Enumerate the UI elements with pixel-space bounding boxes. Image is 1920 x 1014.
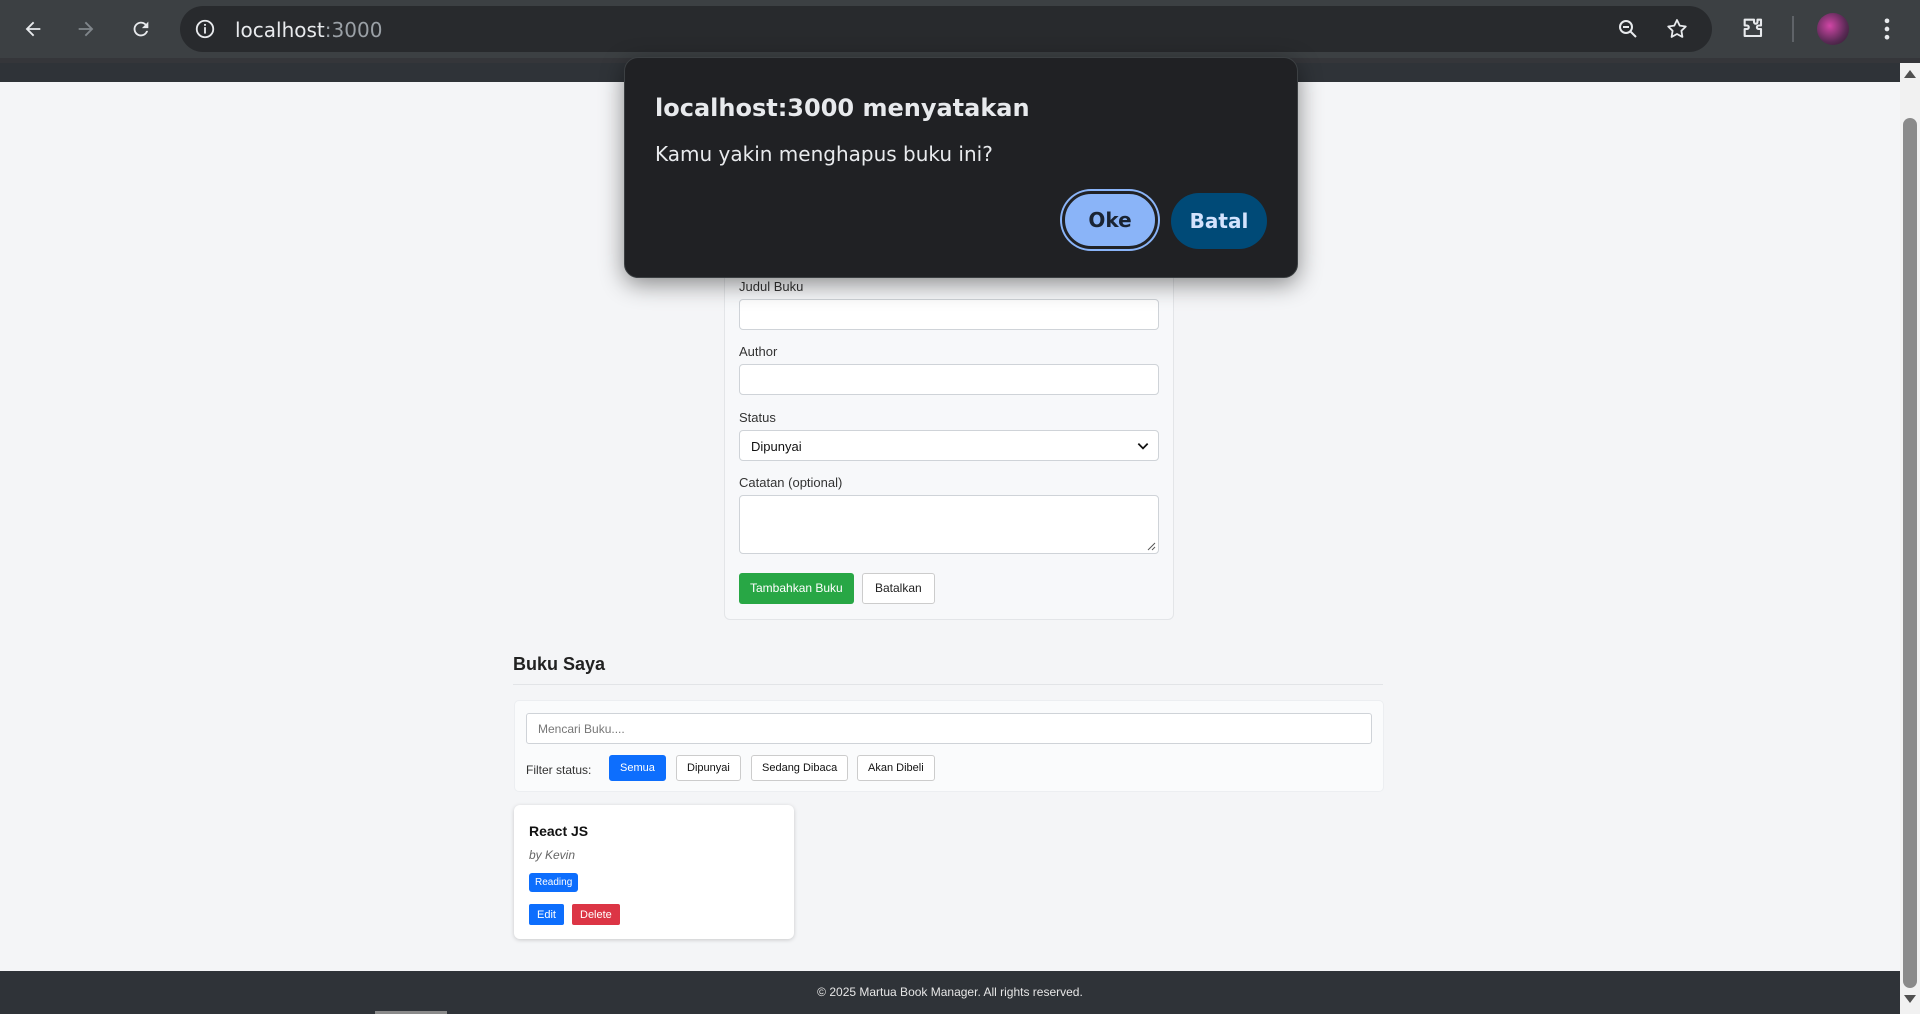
- status-badge: Reading: [529, 873, 579, 892]
- dialog-ok-button[interactable]: Oke: [1062, 191, 1158, 249]
- delete-button[interactable]: Delete: [572, 904, 620, 925]
- scroll-up-arrow-icon[interactable]: [1904, 70, 1916, 78]
- title-label: Judul Buku: [739, 279, 804, 294]
- kebab-menu-icon[interactable]: [1873, 15, 1901, 43]
- profile-avatar[interactable]: [1817, 13, 1849, 45]
- dialog-cancel-button[interactable]: Batal: [1171, 193, 1267, 249]
- cancel-form-button[interactable]: Batalkan: [862, 573, 935, 604]
- footer-copyright: © 2025 Martua Book Manager. All rights r…: [817, 985, 1083, 999]
- scrollbar-thumb[interactable]: [1903, 118, 1917, 988]
- status-select-value: Dipunyai: [751, 439, 802, 454]
- scroll-down-arrow-icon[interactable]: [1904, 995, 1916, 1003]
- back-button[interactable]: [13, 9, 53, 49]
- author-label: Author: [739, 344, 778, 359]
- confirm-dialog: localhost:3000 menyatakan Kamu yakin men…: [624, 57, 1298, 278]
- chevron-down-icon: [1137, 443, 1149, 450]
- book-card: React JS by Kevin Reading Edit Delete: [514, 805, 794, 939]
- forward-button[interactable]: [66, 9, 106, 49]
- status-select[interactable]: Dipunyai: [739, 430, 1159, 461]
- add-book-button[interactable]: Tambahkan Buku: [739, 573, 854, 604]
- filter-semua[interactable]: Semua: [609, 755, 666, 781]
- extensions-puzzle-icon[interactable]: [1740, 15, 1768, 43]
- url-host: localhost: [235, 18, 325, 42]
- notes-label: Catatan (optional): [739, 475, 843, 490]
- section-title: Buku Saya: [513, 654, 606, 674]
- dialog-message: Kamu yakin menghapus buku ini?: [655, 142, 993, 166]
- toolbar-separator: [1792, 16, 1794, 42]
- zoom-icon[interactable]: [1616, 17, 1640, 41]
- search-input[interactable]: Mencari Buku....: [526, 713, 1372, 744]
- filter-dipunyai[interactable]: Dipunyai: [676, 755, 741, 781]
- arrow-left-icon: [25, 21, 41, 37]
- book-title: React JS: [529, 823, 589, 839]
- author-input[interactable]: [739, 364, 1159, 395]
- edit-button[interactable]: Edit: [529, 904, 564, 925]
- resize-grip-icon[interactable]: [1146, 541, 1156, 551]
- dialog-title: localhost:3000 menyatakan: [655, 94, 1030, 122]
- reload-icon: [133, 21, 149, 37]
- site-info-icon[interactable]: [194, 18, 216, 40]
- filter-akan-dibeli[interactable]: Akan Dibeli: [857, 755, 935, 781]
- browser-chrome: localhost:3000: [0, 0, 1920, 63]
- add-book-form: Judul Buku Author Status Dipunyai Catata…: [724, 262, 1174, 620]
- reload-button[interactable]: [121, 9, 161, 49]
- address-bar[interactable]: localhost:3000: [180, 6, 1712, 52]
- title-input[interactable]: [739, 299, 1159, 330]
- arrow-right-icon: [78, 21, 94, 37]
- url-text: localhost:3000: [235, 18, 382, 42]
- bookmark-star-icon[interactable]: [1665, 17, 1689, 41]
- search-filter-panel: Mencari Buku.... Filter status: Semua Di…: [514, 700, 1384, 792]
- notes-textarea[interactable]: [739, 495, 1159, 554]
- page-footer: © 2025 Martua Book Manager. All rights r…: [0, 971, 1900, 1014]
- filter-label: Filter status:: [526, 763, 592, 777]
- filter-sedang-dibaca[interactable]: Sedang Dibaca: [751, 755, 849, 781]
- url-port: :3000: [324, 18, 383, 42]
- book-author: by Kevin: [529, 848, 576, 862]
- section-divider: [513, 684, 1383, 685]
- status-label: Status: [739, 410, 776, 425]
